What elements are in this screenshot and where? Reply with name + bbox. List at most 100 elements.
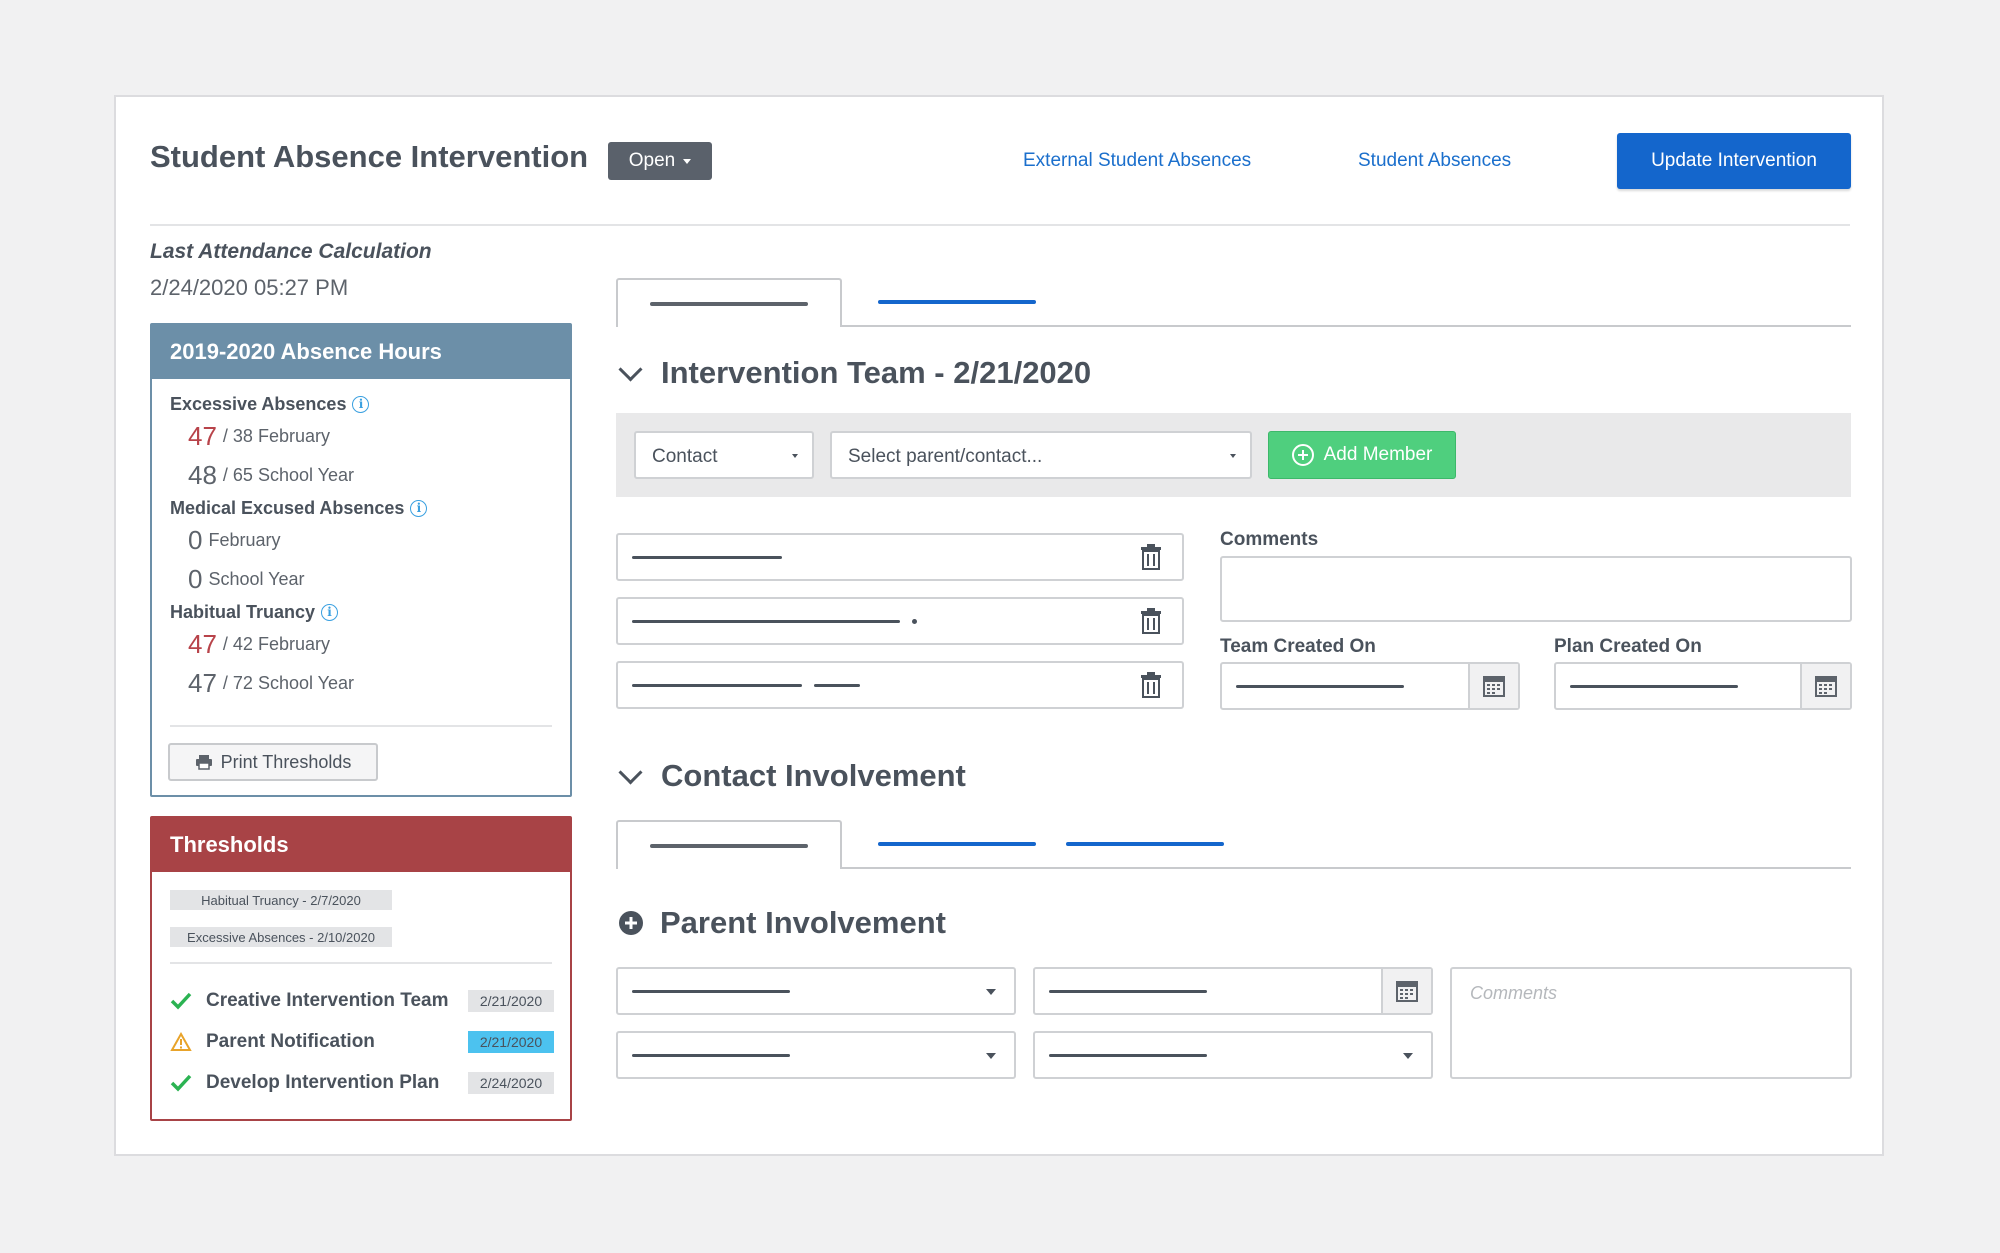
date-placeholder xyxy=(1236,685,1404,688)
absence-stat-row: 48/ 65 School Year xyxy=(170,456,552,495)
thresholds-title: Thresholds xyxy=(152,818,570,872)
comments-placeholder: Comments xyxy=(1470,983,1558,1003)
info-icon[interactable]: i xyxy=(352,395,370,413)
team-member-row[interactable] xyxy=(616,533,1184,581)
team-member-row[interactable] xyxy=(616,597,1184,645)
threshold-item: Creative Intervention Team 2/21/2020 xyxy=(170,980,554,1021)
absence-group-label: Medical Excused Absences i xyxy=(170,495,552,521)
add-member-bar: Contact Select parent/contact... Add Mem… xyxy=(616,413,1851,497)
parent-comments-field[interactable]: Comments xyxy=(1450,967,1852,1079)
parent-select-value: Select parent/contact... xyxy=(848,446,1043,467)
threshold-item-label: Creative Intervention Team xyxy=(206,989,449,1011)
select-placeholder xyxy=(1049,1054,1207,1057)
student-absences-link[interactable]: Student Absences xyxy=(1358,150,1511,172)
team-created-date-field[interactable] xyxy=(1220,662,1520,710)
calendar-icon xyxy=(1815,676,1837,697)
calendar-button[interactable] xyxy=(1468,664,1518,708)
warning-icon xyxy=(170,1031,192,1051)
chevron-down-icon xyxy=(618,356,643,382)
parent-contact-select[interactable]: Select parent/contact... xyxy=(830,431,1252,479)
chevron-down-icon xyxy=(618,759,643,785)
tab-label-placeholder xyxy=(650,844,808,848)
trash-icon[interactable] xyxy=(1140,672,1162,698)
print-thresholds-button[interactable]: Print Thresholds xyxy=(168,743,378,781)
member-name-placeholder xyxy=(632,684,802,687)
intervention-team-title: Intervention Team - 2/21/2020 xyxy=(661,355,1092,390)
calendar-button[interactable] xyxy=(1800,664,1850,708)
absence-group-title: Excessive Absences xyxy=(170,393,347,414)
absence-stat-row: 47/ 72 School Year xyxy=(170,664,552,703)
threshold-item: Develop Intervention Plan 2/24/2020 xyxy=(170,1062,554,1103)
calendar-icon xyxy=(1396,981,1418,1002)
add-member-button[interactable]: Add Member xyxy=(1268,431,1456,479)
contact-type-select[interactable]: Contact xyxy=(634,431,814,479)
tab-link[interactable] xyxy=(1066,842,1224,846)
chevron-down-icon xyxy=(986,1053,996,1059)
intervention-card: Student Absence Intervention Open Extern… xyxy=(114,95,1884,1156)
threshold-item-date: 2/24/2020 xyxy=(468,1071,554,1094)
absence-threshold-text: February xyxy=(208,530,281,550)
trash-icon[interactable] xyxy=(1140,608,1162,634)
tab-link[interactable] xyxy=(878,842,1036,846)
parent-select[interactable] xyxy=(616,967,1016,1015)
absence-stat-row: 47/ 38 February xyxy=(170,417,552,456)
plan-created-label: Plan Created On xyxy=(1554,636,1702,657)
calendar-button[interactable] xyxy=(1381,969,1431,1013)
threshold-item-label: Develop Intervention Plan xyxy=(206,1071,440,1093)
member-dot xyxy=(912,619,917,624)
threshold-items: Creative Intervention Team 2/21/2020 Paren… xyxy=(170,980,554,1103)
absence-group-title: Habitual Truancy xyxy=(170,601,316,622)
header-divider xyxy=(150,224,1850,226)
absence-hours-value: 0 xyxy=(188,564,203,594)
info-icon[interactable]: i xyxy=(321,603,339,621)
absence-threshold-text: / 38 February xyxy=(222,426,330,446)
absence-hours-panel: 2019-2020 Absence Hours Excessive Absenc… xyxy=(150,323,572,797)
check-icon xyxy=(170,1074,192,1092)
chevron-down-icon xyxy=(1403,1053,1413,1059)
select-placeholder xyxy=(632,990,790,993)
select-placeholder xyxy=(632,1054,790,1057)
absence-threshold-text: / 72 School Year xyxy=(222,673,355,693)
contact-involvement-header[interactable]: Contact Involvement xyxy=(618,758,966,794)
add-member-label: Add Member xyxy=(1323,444,1433,465)
trash-icon[interactable] xyxy=(1140,544,1162,570)
external-absences-link[interactable]: External Student Absences xyxy=(1023,150,1251,172)
thresholds-divider xyxy=(170,962,552,964)
attendance-value: 2/24/2020 05:27 PM xyxy=(150,275,349,300)
absence-hours-value: 47 xyxy=(188,421,217,451)
threshold-item-label: Parent Notification xyxy=(206,1030,375,1052)
parent-date-field[interactable] xyxy=(1033,967,1433,1015)
parent-select[interactable] xyxy=(616,1031,1016,1079)
update-intervention-button[interactable]: Update Intervention xyxy=(1617,133,1851,189)
absence-threshold-text: School Year xyxy=(208,569,305,589)
team-comments-field[interactable] xyxy=(1220,556,1852,622)
tab-link[interactable] xyxy=(878,300,1036,304)
threshold-item-date: 2/21/2020 xyxy=(468,1030,554,1053)
parent-select[interactable] xyxy=(1033,1031,1433,1079)
absence-hours-value: 0 xyxy=(188,525,203,555)
absence-threshold-text: / 65 School Year xyxy=(222,465,355,485)
member-role-placeholder xyxy=(814,684,860,687)
chevron-down-icon xyxy=(1230,454,1236,458)
parent-involvement-header[interactable]: Parent Involvement xyxy=(618,905,946,941)
chevron-down-icon xyxy=(683,158,692,164)
intervention-team-header[interactable]: Intervention Team - 2/21/2020 xyxy=(618,355,1091,391)
status-label: Open xyxy=(628,150,676,171)
info-icon[interactable]: i xyxy=(410,499,428,517)
contact-select-value: Contact xyxy=(652,446,718,467)
team-created-label: Team Created On xyxy=(1220,636,1376,657)
absence-stat-row: 47/ 42 February xyxy=(170,625,552,664)
check-icon xyxy=(170,992,192,1010)
absence-divider xyxy=(170,725,552,727)
absence-threshold-text: / 42 February xyxy=(222,634,330,654)
absence-hours-value: 47 xyxy=(188,668,217,698)
absence-stat-row: 0 School Year xyxy=(170,560,552,599)
tab-active[interactable] xyxy=(616,820,842,869)
plus-circle-icon xyxy=(619,911,643,935)
absence-hours-value: 48 xyxy=(188,460,217,490)
plan-created-date-field[interactable] xyxy=(1554,662,1852,710)
tab-active[interactable] xyxy=(616,278,842,327)
team-member-row[interactable] xyxy=(616,661,1184,709)
status-dropdown[interactable]: Open xyxy=(608,142,712,180)
absence-group-label: Habitual Truancy i xyxy=(170,599,552,625)
